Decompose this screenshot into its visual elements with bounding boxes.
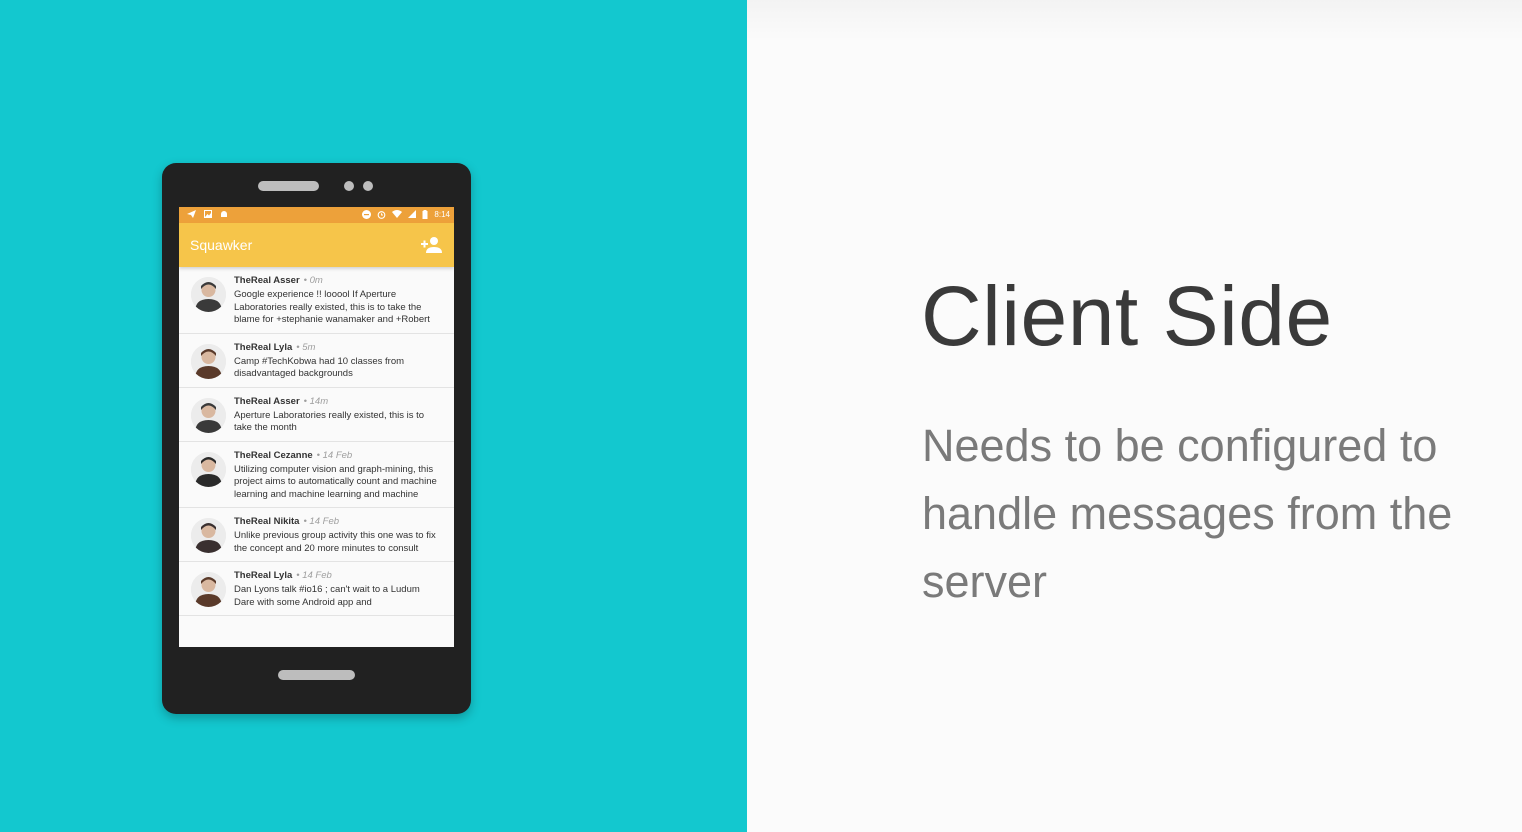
post-author: TheReal Cezanne [234,449,313,461]
avatar [191,572,226,607]
person-add-icon[interactable] [420,236,444,254]
post-time: • 14m [303,395,329,407]
post-message: Utilizing computer vision and graph-mini… [234,463,437,500]
avatar [191,451,226,487]
app-title: Squawker [190,237,253,253]
post-message: Google experience !! looool If Aperture … [234,289,430,325]
avatar [191,518,226,553]
post-author: TheReal Asser [234,275,300,286]
phone-screen: 8:14 Squawker TheReal Asser • 0m Google ex… [179,207,454,647]
phone-home-button [278,670,355,680]
avatar [191,277,226,312]
phone-speaker [258,181,319,191]
post-message: Camp #TechKobwa had 10 classes from disa… [234,355,405,380]
post-message: Dan Lyons talk #io16 ; can't wait to a L… [234,584,420,608]
list-item[interactable]: TheReal Asser • 0m Google experience !! lo… [179,267,454,334]
image-icon [204,210,212,220]
wifi-icon [392,210,403,220]
phone-camera [344,181,354,191]
post-author: TheReal Asser [234,395,300,407]
post-author: TheReal Nikita [234,516,300,527]
list-item[interactable]: TheReal Asser • 14m Aperture Laboratories … [179,387,454,442]
list-item[interactable]: TheReal Lyla • 14 Feb Dan Lyons talk #io16… [179,562,454,616]
avatar [191,397,226,433]
list-item[interactable]: TheReal Lyla • 5m Camp #TechKobwa had 10 c… [179,333,454,388]
post-time: • 0m [303,275,323,286]
status-time: 8:14 [434,210,450,219]
post-time: • 14 Feb [296,570,332,581]
feed-list[interactable]: TheReal Asser • 0m Google experience !! lo… [179,267,454,616]
phone-mockup: 8:14 Squawker TheReal Asser • 0m Google ex… [162,163,471,714]
post-time: • 14 Feb [303,516,340,527]
slide-subtitle: Needs to be configured to handle message… [922,420,1453,607]
post-message: Aperture Laboratories really existed, th… [234,409,425,434]
battery-icon [422,209,428,221]
list-item[interactable]: TheReal Cezanne • 14 Feb Utilizing compute… [179,441,454,508]
send-icon [187,210,196,220]
do-not-disturb-icon [362,209,372,221]
post-time: • 5m [296,341,316,353]
post-time: • 14 Feb [316,449,353,461]
post-author: TheReal Lyla [234,341,293,353]
android-icon [220,210,228,220]
list-item[interactable]: TheReal Nikita • 14 Feb Unlike previous gr… [179,508,454,562]
post-message: Unlike previous group activity this one … [234,530,436,554]
alarm-icon [377,210,386,221]
slide-title: Client Side [921,269,1333,363]
post-author: TheReal Lyla [234,570,293,581]
signal-icon [408,210,417,220]
avatar [191,343,226,379]
status-bar: 8:14 [179,207,454,223]
phone-sensor [363,181,373,191]
app-bar: Squawker [179,223,454,267]
